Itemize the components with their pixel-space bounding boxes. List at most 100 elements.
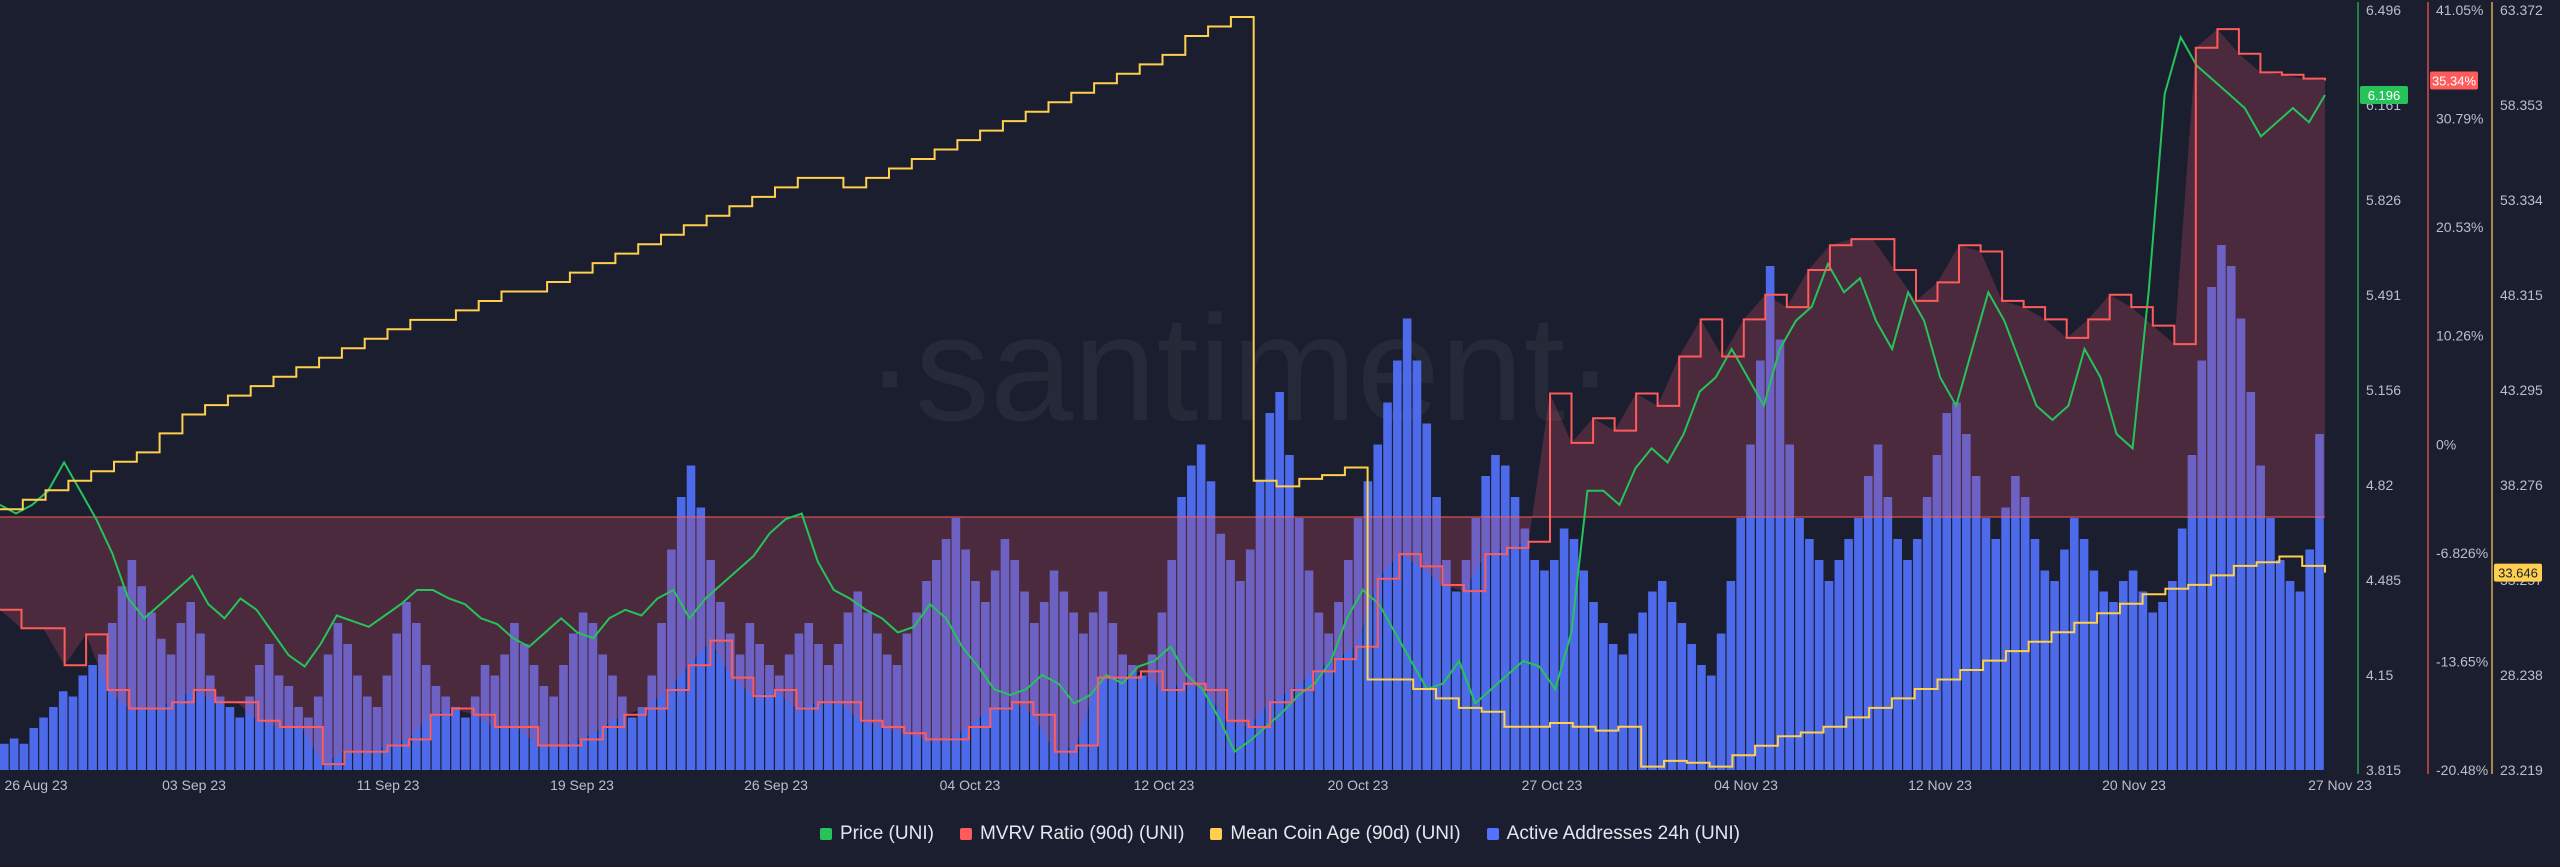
active-addresses-bar <box>2079 539 2089 770</box>
mvrv-tick-label: -6.826% <box>2436 545 2488 561</box>
active-addresses-bar <box>1491 455 1500 770</box>
active-addresses-bar <box>225 707 235 770</box>
active-addresses-bar <box>2089 570 2099 770</box>
mean_coin_age-tick-label: 58.353 <box>2500 97 2543 113</box>
price-tick-label: 4.485 <box>2366 572 2401 588</box>
active-addresses-bar <box>2266 518 2275 770</box>
mvrv-tick-label: 20.53% <box>2436 219 2483 235</box>
mean_coin_age-current-label: 33.646 <box>2498 566 2538 581</box>
active-addresses-bar <box>461 717 470 770</box>
price-tick-label: 5.491 <box>2366 287 2401 303</box>
x-tick-label: 26 Aug 23 <box>4 777 67 793</box>
legend-swatch-active-addresses <box>1486 828 1499 840</box>
active-addresses-bar <box>1137 675 1147 770</box>
active-addresses-bar <box>1520 528 1530 770</box>
active-addresses-bar <box>1128 665 1137 770</box>
active-addresses-bar <box>2158 602 2167 770</box>
legend-swatch-mvrv <box>959 828 972 840</box>
active-addresses-bar <box>2295 591 2305 770</box>
active-addresses-bar <box>235 717 245 770</box>
active-addresses-bar <box>1854 518 1863 770</box>
active-addresses-bar <box>1569 539 1579 770</box>
active-addresses-bar <box>215 696 225 770</box>
active-addresses-bar <box>9 738 19 770</box>
legend-item-mvrv[interactable]: MVRV Ratio (90d) (UNI) <box>959 823 1184 845</box>
legend-label-active-addresses: Active Addresses 24h (UNI) <box>1506 823 1741 844</box>
price-tick-label: 5.826 <box>2366 192 2401 208</box>
x-tick-label: 03 Sep 23 <box>162 777 226 793</box>
legend-item-active-addresses[interactable]: Active Addresses 24h (UNI) <box>1486 823 1741 845</box>
active-addresses-bar <box>1844 539 1853 770</box>
active-addresses-bar <box>58 691 68 770</box>
legend-label-price: Price (UNI) <box>839 823 934 844</box>
legend-swatch-price <box>819 828 832 840</box>
active-addresses-bar <box>2050 581 2059 770</box>
active-addresses-bar <box>1726 581 1736 770</box>
active-addresses-bar <box>451 707 460 770</box>
active-addresses-bar <box>1383 402 1392 770</box>
active-addresses-bar <box>1716 633 1726 770</box>
active-addresses-bar <box>1638 612 1647 770</box>
mean_coin_age-tick-label: 28.238 <box>2500 667 2543 683</box>
active-addresses-bar <box>1442 560 1451 770</box>
active-addresses-bar <box>1981 518 1991 770</box>
active-addresses-bar <box>1863 476 1873 770</box>
mean_coin_age-tick-label: 53.334 <box>2500 192 2543 208</box>
active-addresses-bar <box>19 743 29 770</box>
active-addresses-bar <box>1667 602 1677 770</box>
active-addresses-bar <box>1903 560 1912 770</box>
active-addresses-bar <box>78 675 88 770</box>
mean_coin_age-tick-label: 63.372 <box>2500 2 2543 18</box>
legend: Price (UNI) MVRV Ratio (90d) (UNI) Mean … <box>0 820 2560 848</box>
mvrv-tick-label: 41.05% <box>2436 2 2483 18</box>
active-addresses-bar <box>2060 549 2069 770</box>
legend-swatch-mean-coin-age <box>1210 828 1223 840</box>
active-addresses-bar <box>2138 591 2148 770</box>
active-addresses-bar <box>1991 539 2001 770</box>
active-addresses-bar <box>1393 360 1402 770</box>
active-addresses-bar <box>29 728 39 770</box>
price-tick-label: 3.815 <box>2366 762 2401 778</box>
active-addresses-bar <box>1912 539 1922 770</box>
price-current-label: 6.196 <box>2368 88 2401 103</box>
active-addresses-bar <box>1824 581 1834 770</box>
active-addresses-bar <box>1805 539 1814 770</box>
active-addresses-bar <box>1697 665 1706 770</box>
active-addresses-bar <box>1971 476 1981 770</box>
x-tick-label: 26 Sep 23 <box>744 777 808 793</box>
active-addresses-bar <box>1648 591 1657 770</box>
price-tick-label: 6.496 <box>2366 2 2401 18</box>
mvrv-tick-label: 0% <box>2436 436 2456 452</box>
active-addresses-bar <box>39 717 48 770</box>
active-addresses-bar <box>2168 581 2177 770</box>
active-addresses-bar <box>2305 549 2314 770</box>
active-addresses-bar <box>1834 560 1844 770</box>
chart-canvas: ·santiment· 6.4966.1615.8265.4915.1564.8… <box>0 2 2543 793</box>
active-addresses-bar <box>1687 644 1696 770</box>
active-addresses-bar <box>2275 560 2285 770</box>
mean_coin_age-tick-label: 43.295 <box>2500 382 2543 398</box>
active-addresses-bar <box>1883 497 1893 770</box>
active-addresses-bar <box>2001 507 2010 770</box>
active-addresses-bar <box>2128 570 2138 770</box>
active-addresses-bar <box>2109 602 2118 770</box>
mean_coin_age-tick-label: 48.315 <box>2500 287 2543 303</box>
active-addresses-bar <box>2177 528 2187 770</box>
active-addresses-bar <box>627 717 637 770</box>
active-addresses-bar <box>1599 623 1608 770</box>
active-addresses-bar <box>1922 497 1932 770</box>
x-tick-label: 20 Oct 23 <box>1328 777 1389 793</box>
active-addresses-bar <box>2099 591 2108 770</box>
x-tick-label: 12 Oct 23 <box>1134 777 1195 793</box>
active-addresses-bar <box>0 743 9 770</box>
price-tick-label: 5.156 <box>2366 382 2401 398</box>
legend-item-mean-coin-age[interactable]: Mean Coin Age (90d) (UNI) <box>1210 823 1461 845</box>
active-addresses-bar <box>2011 476 2020 770</box>
x-tick-label: 20 Nov 23 <box>2102 777 2166 793</box>
legend-label-mean-coin-age: Mean Coin Age (90d) (UNI) <box>1230 823 1461 844</box>
price-tick-label: 4.82 <box>2366 477 2393 493</box>
active-addresses-bar <box>1677 623 1687 770</box>
legend-item-price[interactable]: Price (UNI) <box>819 823 934 845</box>
active-addresses-bar <box>1706 675 1716 770</box>
x-tick-label: 11 Sep 23 <box>357 777 420 793</box>
